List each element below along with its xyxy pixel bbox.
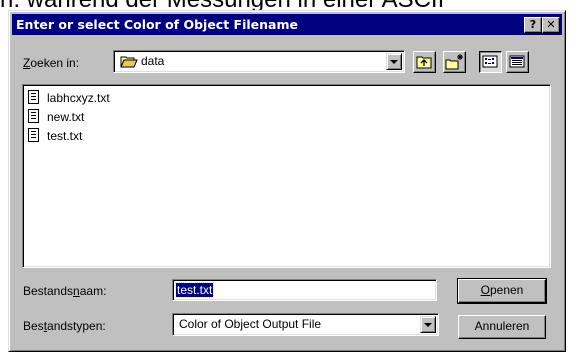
file-name: new.txt — [47, 110, 85, 124]
open-button[interactable]: Openen — [457, 278, 547, 304]
details-view-button[interactable] — [506, 51, 529, 73]
look-in-value: data — [141, 54, 165, 68]
list-view-icon — [482, 55, 498, 68]
new-folder-icon — [445, 54, 463, 70]
filetype-label: Bestandstypen: — [23, 319, 106, 333]
text-file-icon — [28, 90, 39, 104]
look-in-combo[interactable]: data — [113, 50, 405, 73]
text-file-icon — [28, 109, 39, 123]
file-dialog: Enter or select Color of Object Filename… — [8, 10, 566, 352]
filetype-dropdown-button[interactable] — [420, 316, 436, 333]
create-new-folder-button[interactable] — [443, 51, 466, 73]
folder-open-icon — [120, 56, 138, 68]
file-list[interactable]: labhcxyz.txt new.txt test.txt — [22, 84, 551, 268]
filetype-value: Color of Object Output File — [179, 317, 322, 331]
window-title: Enter or select Color of Object Filename — [16, 17, 298, 32]
cancel-button[interactable]: Annuleren — [458, 315, 546, 339]
title-bar[interactable]: Enter or select Color of Object Filename… — [12, 14, 562, 35]
filename-value: test.txt — [174, 282, 215, 298]
list-view-button[interactable] — [479, 51, 502, 73]
help-button[interactable]: ? — [524, 17, 542, 33]
filename-input[interactable]: test.txt — [172, 279, 437, 301]
look-in-dropdown-button[interactable] — [386, 53, 402, 70]
filetype-combo[interactable]: Color of Object Output File — [172, 313, 439, 336]
up-one-level-button[interactable] — [413, 51, 436, 73]
file-name: labhcxyz.txt — [47, 91, 110, 105]
details-view-icon — [509, 55, 525, 68]
file-name: test.txt — [47, 129, 83, 143]
text-file-icon — [28, 128, 39, 142]
up-folder-icon — [416, 56, 432, 69]
filename-label: Bestandsnaam: — [23, 284, 107, 298]
look-in-label: Zoeken in: — [23, 56, 80, 70]
close-button[interactable]: ✕ — [542, 17, 560, 33]
